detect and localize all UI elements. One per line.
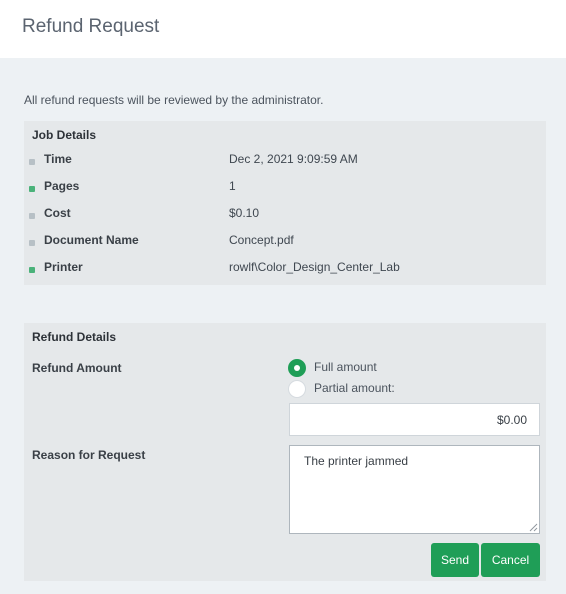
job-value-pages: 1 xyxy=(229,179,236,193)
job-label-cost: Cost xyxy=(44,206,71,220)
cancel-button[interactable]: Cancel xyxy=(481,543,540,577)
job-details-panel: Job Details Time Dec 2, 2021 9:09:59 AM … xyxy=(24,121,546,285)
job-row-time: Time Dec 2, 2021 9:09:59 AM xyxy=(24,152,546,179)
send-button[interactable]: Send xyxy=(431,543,479,577)
job-row-document-name: Document Name Concept.pdf xyxy=(24,233,546,260)
refund-details-title: Refund Details xyxy=(32,330,117,344)
pages-icon xyxy=(29,186,35,192)
partial-amount-radio[interactable] xyxy=(288,380,306,398)
intro-text: All refund requests will be reviewed by … xyxy=(24,93,324,107)
refund-details-panel: Refund Details Refund Amount Full amount… xyxy=(24,323,546,581)
job-details-title: Job Details xyxy=(32,128,97,142)
job-label-document-name: Document Name xyxy=(44,233,139,247)
job-label-printer: Printer xyxy=(44,260,83,274)
job-row-pages: Pages 1 xyxy=(24,179,546,206)
reason-label: Reason for Request xyxy=(32,448,146,462)
job-value-cost: $0.10 xyxy=(229,206,260,220)
printer-icon xyxy=(29,267,35,273)
job-row-printer: Printer rowlf\Color_Design_Center_Lab xyxy=(24,260,546,287)
clock-icon xyxy=(29,159,35,165)
job-label-time: Time xyxy=(44,152,72,166)
refund-amount-label: Refund Amount xyxy=(32,361,122,375)
reason-textarea[interactable]: The printer jammed xyxy=(289,445,540,534)
job-row-cost: Cost $0.10 xyxy=(24,206,546,233)
job-label-pages: Pages xyxy=(44,179,80,193)
cost-icon xyxy=(29,213,35,219)
partial-amount-label: Partial amount: xyxy=(314,381,395,395)
resize-grip-icon[interactable] xyxy=(529,523,538,532)
job-value-document-name: Concept.pdf xyxy=(229,233,294,247)
document-icon xyxy=(29,240,35,246)
job-value-time: Dec 2, 2021 9:09:59 AM xyxy=(229,152,358,166)
page-header: Refund Request xyxy=(0,0,566,58)
full-amount-radio[interactable] xyxy=(288,359,306,377)
full-amount-label: Full amount xyxy=(314,360,377,374)
partial-amount-input[interactable] xyxy=(289,403,540,436)
job-value-printer: rowlf\Color_Design_Center_Lab xyxy=(229,260,400,274)
page-title: Refund Request xyxy=(22,16,160,37)
